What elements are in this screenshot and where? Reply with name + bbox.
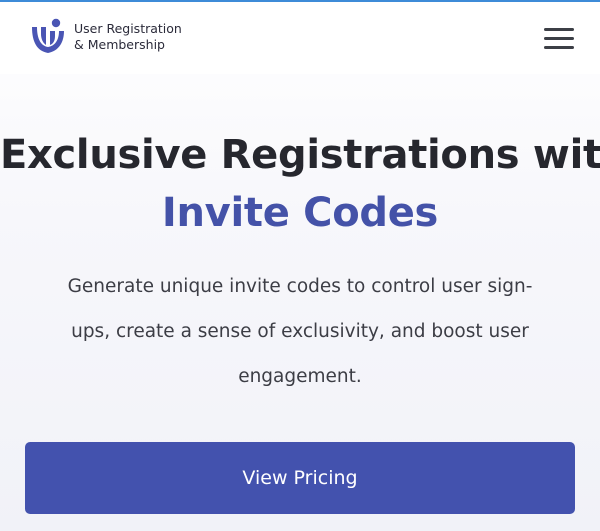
hero-description-line2: ups, create a sense of exclusivity, and … [71,321,529,342]
menu-bar [544,46,574,49]
hero-title: Exclusive Registrations with Invite Code… [0,126,600,242]
page: User Registration & Membership Exclusive… [0,0,600,531]
view-pricing-button[interactable]: View Pricing [25,442,575,514]
hero-title-line1: Exclusive Registrations with [0,132,600,178]
brand-name-line2: & Membership [74,37,165,52]
site-header: User Registration & Membership [0,2,600,74]
hero-title-accent: Invite Codes [161,190,439,236]
hero-description: Generate unique invite codes to control … [40,264,560,399]
menu-bar [544,37,574,40]
urm-logo-icon [32,18,64,53]
hero-description-line1: Generate unique invite codes to control … [67,276,533,297]
brand-logo[interactable]: User Registration & Membership [30,18,182,56]
brand-name-line1: User Registration [74,21,182,36]
menu-bar [544,28,574,31]
hero-description-line3: engagement. [238,366,362,387]
hamburger-menu-icon[interactable] [544,27,576,51]
brand-name: User Registration & Membership [74,21,182,53]
